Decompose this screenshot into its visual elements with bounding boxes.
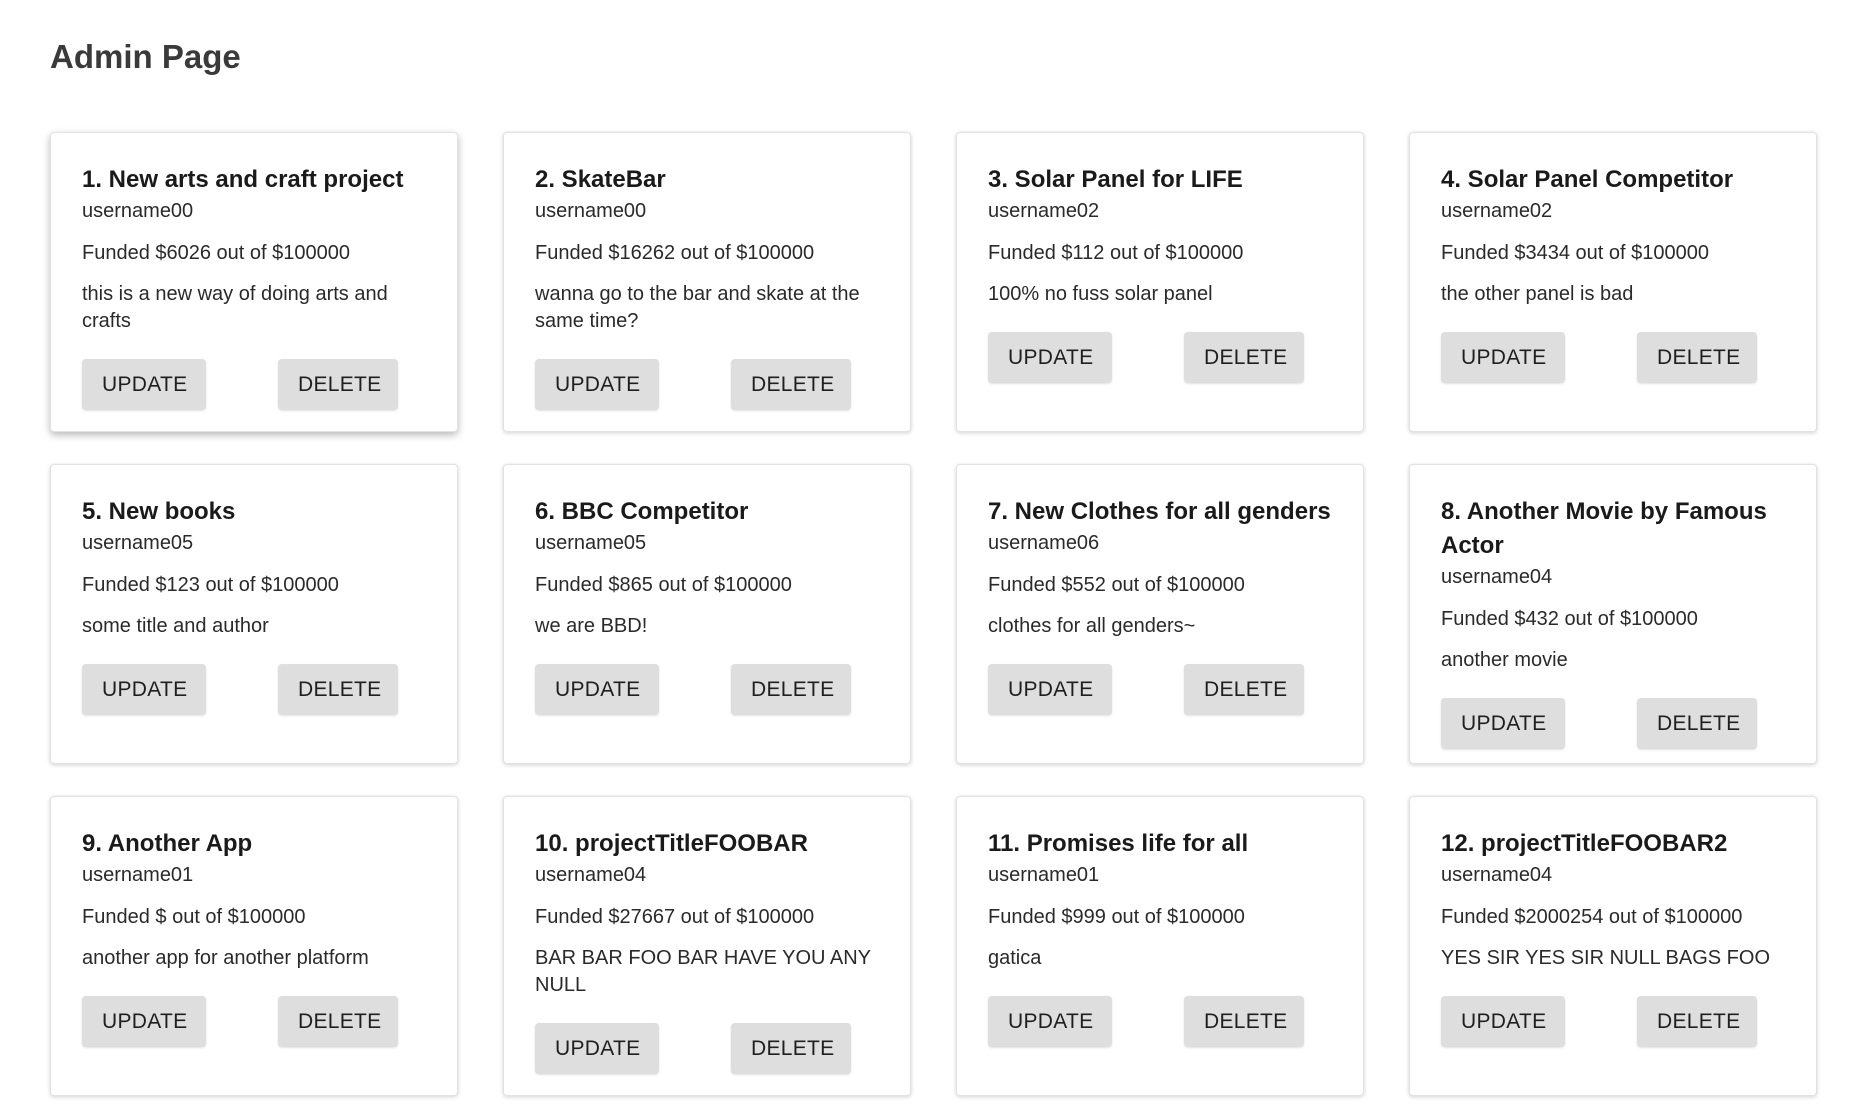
update-button[interactable]: UPDATE: [988, 664, 1112, 715]
project-title: 11. Promises life for all: [988, 830, 1249, 857]
card-actions: UPDATE DELETE: [988, 996, 1332, 1047]
project-description: the other panel is bad: [1441, 283, 1634, 305]
update-button[interactable]: UPDATE: [1441, 698, 1565, 749]
project-card: 1. New arts and craft project username00…: [50, 132, 458, 432]
project-card: 6. BBC Competitor username05 Funded $865…: [503, 464, 911, 764]
project-card: 5. New books username05 Funded $123 out …: [50, 464, 458, 764]
project-description: another movie: [1441, 649, 1568, 671]
project-funding: Funded $999 out of $100000: [988, 906, 1245, 928]
project-card: 9. Another App username01 Funded $ out o…: [50, 796, 458, 1096]
project-description: some title and author: [82, 615, 269, 637]
project-funding: Funded $16262 out of $100000: [535, 242, 815, 264]
card-actions: UPDATE DELETE: [1441, 996, 1785, 1047]
page-title: Admin Page: [50, 38, 241, 75]
project-card: 11. Promises life for all username01 Fun…: [956, 796, 1364, 1096]
project-username: username01: [82, 864, 194, 886]
project-description: 100% no fuss solar panel: [988, 283, 1213, 305]
delete-button[interactable]: DELETE: [1637, 698, 1757, 749]
project-username: username04: [1441, 864, 1553, 886]
project-title: 4. Solar Panel Competitor: [1441, 166, 1734, 193]
project-title: 12. projectTitleFOOBAR2: [1441, 830, 1728, 857]
project-card: 4. Solar Panel Competitor username02 Fun…: [1409, 132, 1817, 432]
project-funding: Funded $432 out of $100000: [1441, 608, 1698, 630]
project-username: username02: [988, 200, 1100, 222]
project-card: 7. New Clothes for all genders username0…: [956, 464, 1364, 764]
delete-button[interactable]: DELETE: [731, 664, 851, 715]
delete-button[interactable]: DELETE: [1184, 332, 1304, 383]
delete-button[interactable]: DELETE: [1184, 996, 1304, 1047]
update-button[interactable]: UPDATE: [535, 1023, 659, 1074]
delete-button[interactable]: DELETE: [278, 664, 398, 715]
project-description: wanna go to the bar and skate at the sam…: [535, 283, 860, 332]
project-title: 7. New Clothes for all genders: [988, 498, 1331, 525]
delete-button[interactable]: DELETE: [731, 1023, 851, 1074]
project-title: 10. projectTitleFOOBAR: [535, 830, 808, 857]
project-funding: Funded $123 out of $100000: [82, 574, 339, 596]
project-card: 8. Another Movie by Famous Actor usernam…: [1409, 464, 1817, 764]
project-title: 1. New arts and craft project: [82, 166, 404, 193]
project-title: 6. BBC Competitor: [535, 498, 749, 525]
card-actions: UPDATE DELETE: [82, 664, 426, 715]
project-title: 5. New books: [82, 498, 236, 525]
card-actions: UPDATE DELETE: [535, 664, 879, 715]
project-username: username04: [1441, 566, 1553, 588]
project-funding: Funded $2000254 out of $100000: [1441, 906, 1743, 928]
project-title: 2. SkateBar: [535, 166, 666, 193]
project-description: BAR BAR FOO BAR HAVE YOU ANY NULL: [535, 947, 871, 996]
project-grid: 1. New arts and craft project username00…: [50, 132, 1817, 1096]
project-funding: Funded $6026 out of $100000: [82, 242, 351, 264]
update-button[interactable]: UPDATE: [535, 664, 659, 715]
card-actions: UPDATE DELETE: [82, 359, 426, 410]
project-title: 8. Another Movie by Famous Actor: [1441, 498, 1767, 559]
project-funding: Funded $27667 out of $100000: [535, 906, 815, 928]
delete-button[interactable]: DELETE: [278, 359, 398, 410]
update-button[interactable]: UPDATE: [82, 359, 206, 410]
card-actions: UPDATE DELETE: [82, 996, 426, 1047]
card-actions: UPDATE DELETE: [988, 664, 1332, 715]
project-funding: Funded $865 out of $100000: [535, 574, 792, 596]
project-funding: Funded $3434 out of $100000: [1441, 242, 1710, 264]
project-description: YES SIR YES SIR NULL BAGS FOO: [1441, 947, 1770, 969]
project-username: username05: [535, 532, 647, 554]
project-funding: Funded $ out of $100000: [82, 906, 306, 928]
project-description: another app for another platform: [82, 947, 369, 969]
project-description: we are BBD!: [535, 615, 648, 637]
delete-button[interactable]: DELETE: [1637, 332, 1757, 383]
project-username: username02: [1441, 200, 1553, 222]
project-funding: Funded $112 out of $100000: [988, 242, 1244, 264]
update-button[interactable]: UPDATE: [988, 332, 1112, 383]
update-button[interactable]: UPDATE: [82, 996, 206, 1047]
delete-button[interactable]: DELETE: [731, 359, 851, 410]
project-card: 2. SkateBar username00 Funded $16262 out…: [503, 132, 911, 432]
project-description: clothes for all genders~: [988, 615, 1196, 637]
project-username: username04: [535, 864, 647, 886]
update-button[interactable]: UPDATE: [988, 996, 1112, 1047]
delete-button[interactable]: DELETE: [1637, 996, 1757, 1047]
project-title: 3. Solar Panel for LIFE: [988, 166, 1243, 193]
project-username: username00: [535, 200, 647, 222]
project-description: gatica: [988, 947, 1042, 969]
project-username: username06: [988, 532, 1100, 554]
project-description: this is a new way of doing arts and craf…: [82, 283, 388, 332]
card-actions: UPDATE DELETE: [1441, 332, 1785, 383]
update-button[interactable]: UPDATE: [1441, 996, 1565, 1047]
project-card: 3. Solar Panel for LIFE username02 Funde…: [956, 132, 1364, 432]
delete-button[interactable]: DELETE: [278, 996, 398, 1047]
card-actions: UPDATE DELETE: [535, 359, 879, 410]
card-actions: UPDATE DELETE: [988, 332, 1332, 383]
project-username: username01: [988, 864, 1100, 886]
project-funding: Funded $552 out of $100000: [988, 574, 1245, 596]
project-title: 9. Another App: [82, 830, 253, 857]
card-actions: UPDATE DELETE: [535, 1023, 879, 1074]
update-button[interactable]: UPDATE: [1441, 332, 1565, 383]
project-username: username05: [82, 532, 194, 554]
project-card: 12. projectTitleFOOBAR2 username04 Funde…: [1409, 796, 1817, 1096]
project-card: 10. projectTitleFOOBAR username04 Funded…: [503, 796, 911, 1096]
update-button[interactable]: UPDATE: [535, 359, 659, 410]
card-actions: UPDATE DELETE: [1441, 698, 1785, 749]
delete-button[interactable]: DELETE: [1184, 664, 1304, 715]
update-button[interactable]: UPDATE: [82, 664, 206, 715]
project-username: username00: [82, 200, 194, 222]
